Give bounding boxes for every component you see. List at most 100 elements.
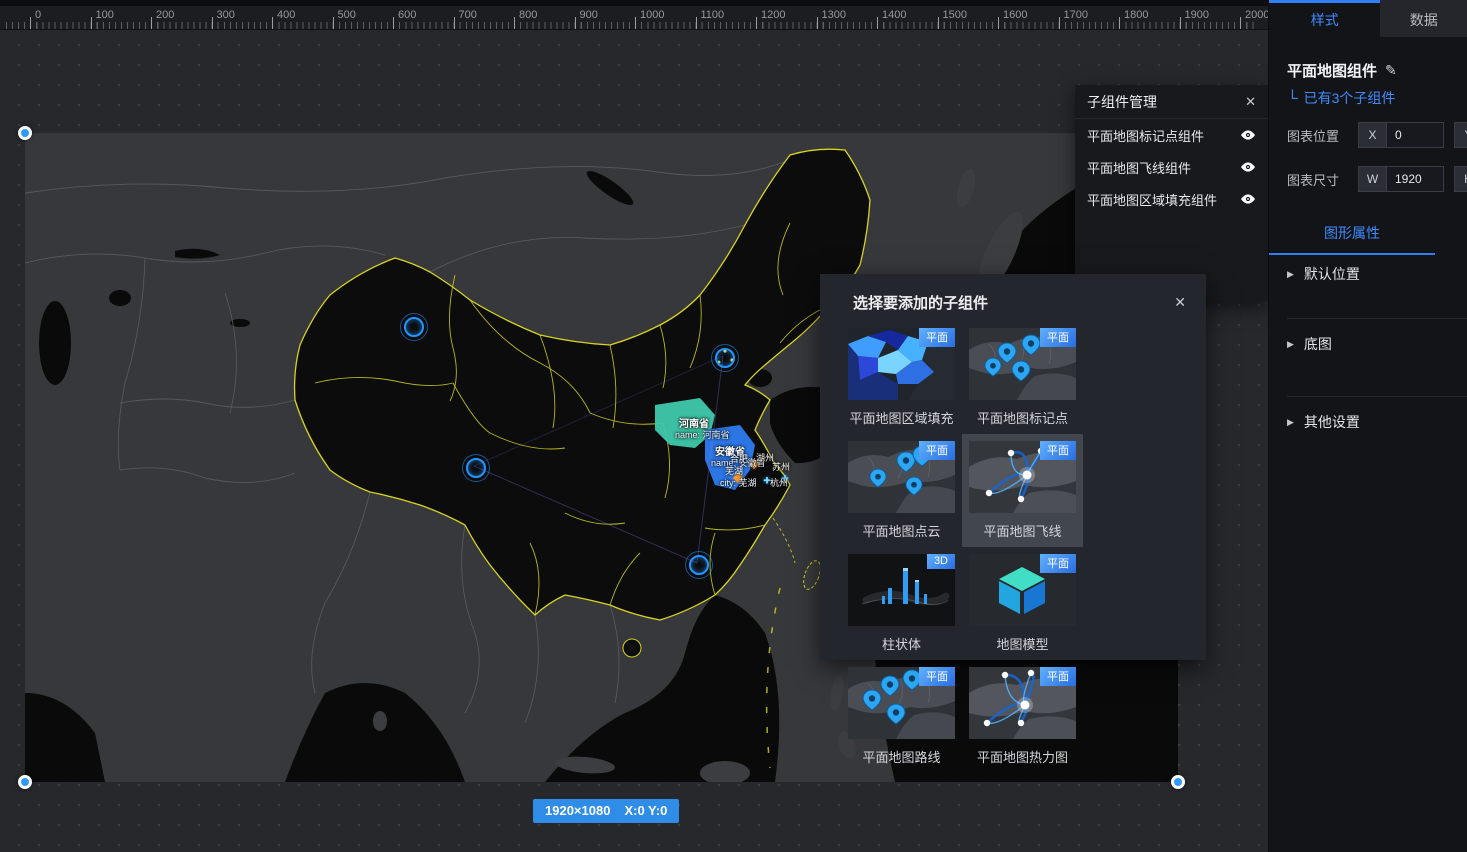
field-value-input[interactable]: 0 [1386, 122, 1444, 148]
component-option-label: 柱状体 [848, 634, 955, 653]
subcomponent-manager-panel: 子组件管理 ✕ 平面地图标记点组件平面地图飞线组件平面地图区域填充组件 [1075, 85, 1268, 301]
component-option-markers[interactable]: 平面平面地图标记点 [969, 328, 1076, 427]
component-option-label: 平面地图路线 [848, 747, 955, 766]
ruler-label: 1600 [1003, 9, 1027, 21]
ruler-label: 400 [277, 9, 295, 21]
thumbnail-heatmap: 平面 [969, 667, 1076, 739]
component-option-route[interactable]: 平面平面地图路线 [848, 667, 955, 766]
component-option-heatmap[interactable]: 平面平面地图热力图 [969, 667, 1076, 766]
badge-dimensions: 1920×1080 [545, 803, 610, 818]
subcomponent-panel-title: 子组件管理 [1087, 92, 1157, 112]
dimension-badge: 平面 [1040, 667, 1076, 686]
ruler-label: 1800 [1124, 9, 1148, 21]
inspector-row: 图表位置X0Y [1287, 122, 1467, 148]
field-group-y: Y [1454, 122, 1467, 148]
component-option-bar3d[interactable]: 3D 柱状体 [848, 554, 955, 653]
ruler-major-tick [575, 17, 576, 29]
badge-position: X:0 Y:0 [624, 803, 667, 818]
section-2[interactable]: ▶其他设置 [1287, 412, 1360, 432]
edit-pencil-icon[interactable]: ✎ [1385, 62, 1397, 79]
ruler-major-tick [30, 17, 31, 29]
visibility-eye-icon[interactable] [1240, 161, 1256, 173]
ruler-major-tick [212, 17, 213, 29]
size-position-badge: 1920×1080 X:0 Y:0 [533, 799, 679, 823]
inspector-row: 图表尺寸W1920H [1287, 166, 1467, 192]
subcomponent-row-label: 平面地图飞线组件 [1087, 158, 1191, 177]
tab-data[interactable]: 数据 [1380, 0, 1467, 37]
subcomponent-panel-header: 子组件管理 ✕ [1075, 85, 1268, 119]
ruler-major-tick [756, 17, 757, 29]
ruler-major-tick [998, 17, 999, 29]
ruler-major-tick [635, 17, 636, 29]
component-option-label: 地图模型 [969, 634, 1076, 653]
component-option-region-fill[interactable]: 平面平面地图区域填充 [848, 328, 955, 427]
dimension-badge: 平面 [919, 441, 955, 460]
modal-close-icon[interactable]: ✕ [1174, 294, 1186, 311]
thumbnail-region-fill: 平面 [848, 328, 955, 400]
inspector-row-label: 图表位置 [1287, 126, 1358, 145]
ruler-label: 900 [580, 9, 598, 21]
field-value-input[interactable]: 1920 [1386, 166, 1444, 192]
field-group-x: X0 [1358, 122, 1444, 148]
section-1[interactable]: ▶底图 [1287, 334, 1332, 354]
add-subcomponent-modal: 选择要添加的子组件 ✕ 平面平面地图区域填充平面平面地图标记点平面平面地图点云平… [820, 274, 1206, 660]
section-label: 其他设置 [1304, 412, 1360, 432]
ruler-major-tick [514, 17, 515, 29]
ruler-major-tick [817, 17, 818, 29]
subcomponent-count: └已有3个子组件 [1287, 88, 1395, 108]
ruler-major-tick [454, 17, 455, 29]
modal-title: 选择要添加的子组件 [853, 292, 988, 313]
thumbnail-route: 平面 [848, 667, 955, 739]
ruler-label: 300 [217, 9, 235, 21]
ruler-major-tick [1240, 17, 1241, 29]
resize-handle-top-left[interactable] [18, 126, 32, 140]
tab-style[interactable]: 样式 [1269, 0, 1380, 37]
section-divider [1287, 396, 1467, 397]
ruler-major-tick [877, 17, 878, 29]
ruler-label: 1000 [640, 9, 664, 21]
field-prefix-label: W [1358, 166, 1386, 192]
component-option-flyline[interactable]: 平面平面地图飞线 [969, 441, 1076, 540]
section-0[interactable]: ▶默认位置 [1287, 264, 1360, 284]
subcomponent-row[interactable]: 平面地图标记点组件 [1075, 119, 1268, 151]
thumbnail-bar3d: 3D [848, 554, 955, 626]
section-divider [1287, 318, 1467, 319]
dimension-badge: 平面 [1040, 554, 1076, 573]
subcomponent-list: 平面地图标记点组件平面地图飞线组件平面地图区域填充组件 [1075, 119, 1268, 215]
resize-handle-bottom-left[interactable] [18, 775, 32, 789]
chevron-right-icon: ▶ [1287, 339, 1294, 350]
horizontal-ruler: 0100200300400500600700800900100011001200… [0, 6, 1268, 30]
ruler-label: 1900 [1185, 9, 1209, 21]
dimension-badge: 平面 [919, 667, 955, 686]
component-title: 平面地图组件 [1287, 60, 1377, 81]
component-option-dotcloud[interactable]: 平面平面地图点云 [848, 441, 955, 540]
dimension-badge: 平面 [919, 328, 955, 347]
ruler-major-tick [91, 17, 92, 29]
subcomponent-row[interactable]: 平面地图区域填充组件 [1075, 183, 1268, 215]
tab-graphic-properties[interactable]: 图形属性 [1269, 215, 1435, 255]
close-icon[interactable]: ✕ [1245, 94, 1256, 110]
ruler-major-tick [333, 17, 334, 29]
ruler-label: 500 [338, 9, 356, 21]
subcomponent-row[interactable]: 平面地图飞线组件 [1075, 151, 1268, 183]
visibility-eye-icon[interactable] [1240, 129, 1256, 141]
ruler-major-tick [393, 17, 394, 29]
ruler-minor-ticks [6, 22, 1256, 29]
subcomponent-row-label: 平面地图标记点组件 [1087, 126, 1204, 145]
component-option-cube[interactable]: 平面地图模型 [969, 554, 1076, 653]
dimension-badge: 3D [927, 554, 955, 569]
inspector-row-label: 图表尺寸 [1287, 170, 1358, 189]
panel-collapse-handle[interactable] [1268, 272, 1269, 312]
visibility-eye-icon[interactable] [1240, 193, 1256, 205]
ruler-label: 200 [156, 9, 174, 21]
ruler-label: 1400 [882, 9, 906, 21]
field-group-w: W1920 [1358, 166, 1444, 192]
ruler-label: 1200 [761, 9, 785, 21]
resize-handle-bottom-right[interactable] [1171, 775, 1185, 789]
dimension-badge: 平面 [1040, 441, 1076, 460]
inspector-panel: 样式数据 平面地图组件 ✎ └已有3个子组件 图表位置X0Y图表尺寸W1920H… [1268, 0, 1467, 852]
tree-corner-glyph: └ [1287, 90, 1298, 107]
component-option-label: 平面地图点云 [848, 521, 955, 540]
field-prefix-label: X [1358, 122, 1386, 148]
ruler-label: 700 [459, 9, 477, 21]
